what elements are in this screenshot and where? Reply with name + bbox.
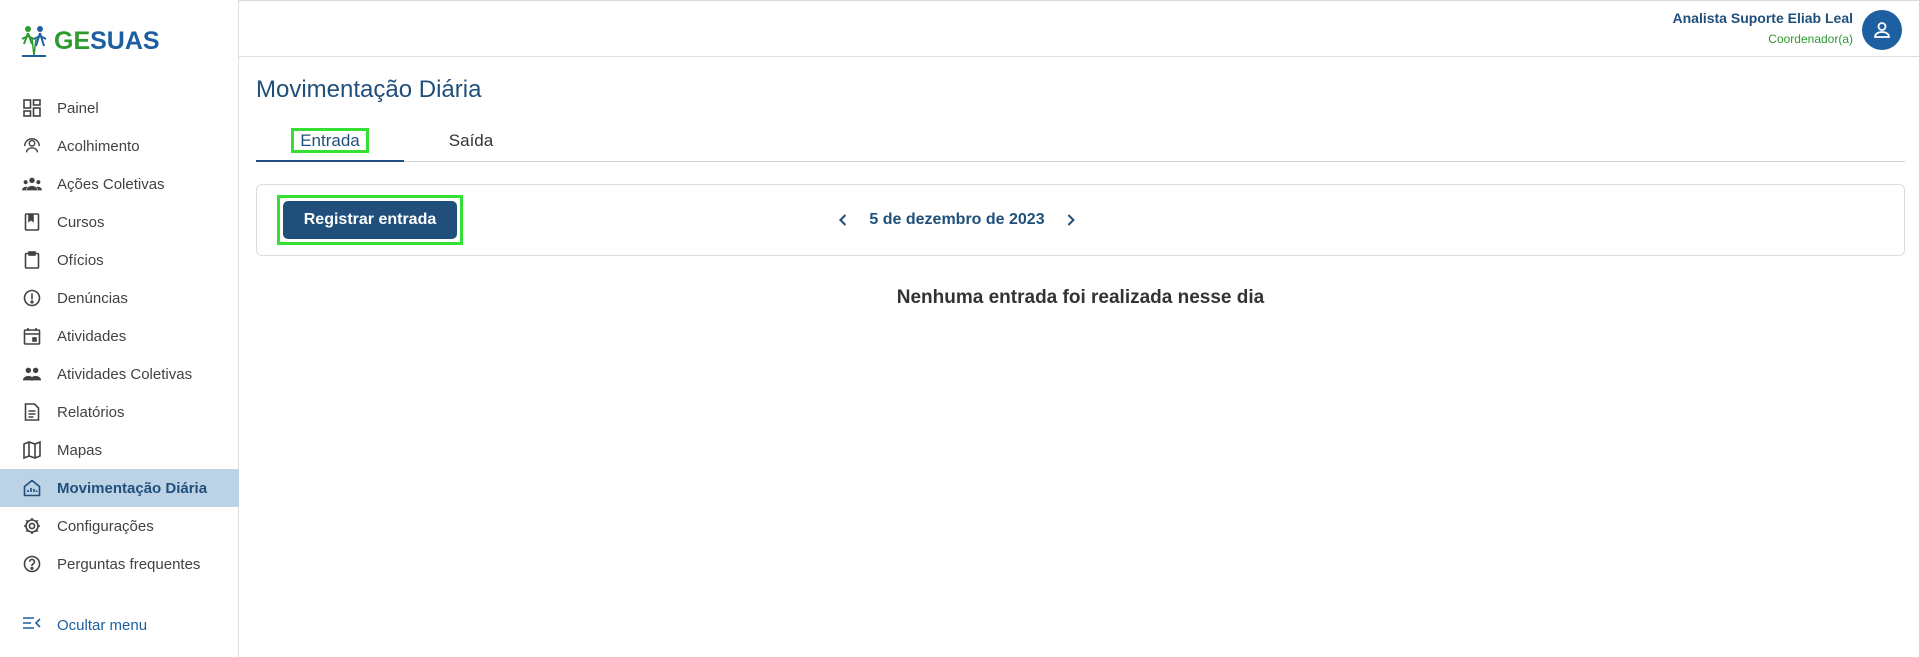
toolbar: Registrar entrada 5 de dezembro de 2023 — [256, 184, 1905, 256]
empty-state-message: Nenhuma entrada foi realizada nesse dia — [896, 287, 1265, 308]
sidebar-item-label: Painel — [57, 99, 99, 117]
dashboard-icon — [22, 98, 42, 118]
sidebar-item-configuracoes[interactable]: Configurações — [0, 507, 239, 545]
sidebar-item-label: Movimentação Diária — [57, 479, 208, 497]
gear-icon — [22, 516, 42, 536]
logo-text: GESUAS — [54, 26, 160, 55]
page-title: Movimentação Diária — [256, 76, 482, 103]
gesuas-logo[interactable]: GESUAS — [20, 24, 160, 58]
map-icon — [22, 440, 42, 460]
chevron-right-icon[interactable] — [1059, 208, 1083, 232]
user-role: Coordenador(a) — [1768, 32, 1853, 46]
sidebar-item-atividades-coletivas[interactable]: Atividades Coletivas — [0, 355, 239, 393]
tab-label: Saída — [448, 131, 494, 150]
register-entry-button[interactable]: Registrar entrada — [283, 201, 457, 239]
people-circle-icon — [22, 136, 42, 156]
sidebar-item-acoes-coletivas[interactable]: Ações Coletivas — [0, 165, 239, 203]
logo-people-icon — [21, 26, 47, 57]
user-icon — [1874, 22, 1890, 38]
clipboard-icon — [22, 250, 42, 270]
avatar[interactable] — [1862, 10, 1902, 50]
chevron-left-icon[interactable] — [831, 208, 855, 232]
book-icon — [22, 212, 42, 232]
sidebar-nav: Painel Acolhimento Ações Coletivas Curso… — [0, 89, 239, 583]
sidebar-item-label: Acolhimento — [57, 137, 140, 155]
sidebar-item-label: Ações Coletivas — [57, 175, 165, 193]
help-icon — [22, 554, 42, 574]
sidebar-item-painel[interactable]: Painel — [0, 89, 239, 127]
alert-circle-icon — [22, 288, 42, 308]
user-name: Analista Suporte Eliab Leal — [1672, 10, 1854, 26]
sidebar-item-mapas[interactable]: Mapas — [0, 431, 239, 469]
sidebar-item-perguntas-frequentes[interactable]: Perguntas frequentes — [0, 545, 239, 583]
group-icon — [22, 174, 42, 194]
sidebar-item-label: Denúncias — [57, 289, 128, 307]
sidebar-item-acolhimento[interactable]: Acolhimento — [0, 127, 239, 165]
sidebar-item-label: Perguntas frequentes — [57, 555, 201, 573]
calendar-icon — [22, 326, 42, 346]
tab-entrada[interactable]: Entrada — [256, 126, 404, 162]
sidebar-item-relatorios[interactable]: Relatórios — [0, 393, 239, 431]
hide-menu-label: Ocultar menu — [57, 616, 148, 634]
groups-icon — [22, 364, 42, 384]
date-navigator: 5 de dezembro de 2023 — [831, 185, 1082, 255]
user-info: Analista Suporte Eliab Leal Coordenador(… — [1673, 10, 1854, 46]
sidebar: GESUAS Painel Acolhimento Ações Coletiva… — [0, 0, 239, 657]
register-button-highlight: Registrar entrada — [277, 195, 463, 245]
home-chart-icon — [22, 478, 42, 498]
sidebar-item-label: Atividades — [57, 327, 127, 345]
document-icon — [22, 402, 42, 422]
sidebar-item-label: Mapas — [57, 441, 103, 459]
sidebar-item-label: Atividades Coletivas — [57, 365, 193, 383]
sidebar-item-label: Relatórios — [57, 403, 125, 421]
top-header: Analista Suporte Eliab Leal Coordenador(… — [239, 0, 1919, 57]
sidebar-item-cursos[interactable]: Cursos — [0, 203, 239, 241]
sidebar-item-label: Cursos — [57, 213, 105, 231]
sidebar-item-movimentacao-diaria[interactable]: Movimentação Diária — [0, 469, 239, 507]
collapse-menu-icon — [22, 615, 42, 635]
sidebar-item-oficios[interactable]: Ofícios — [0, 241, 239, 279]
sidebar-item-atividades[interactable]: Atividades — [0, 317, 239, 355]
tab-saida[interactable]: Saída — [397, 126, 545, 160]
tabs: Entrada Saída — [256, 126, 1905, 162]
sidebar-item-label: Ofícios — [57, 251, 104, 269]
sidebar-item-label: Configurações — [57, 517, 154, 535]
hide-menu-button[interactable]: Ocultar menu — [22, 615, 147, 635]
current-date: 5 de dezembro de 2023 — [869, 211, 1045, 228]
sidebar-item-denuncias[interactable]: Denúncias — [0, 279, 239, 317]
tab-label: Entrada — [291, 128, 369, 153]
